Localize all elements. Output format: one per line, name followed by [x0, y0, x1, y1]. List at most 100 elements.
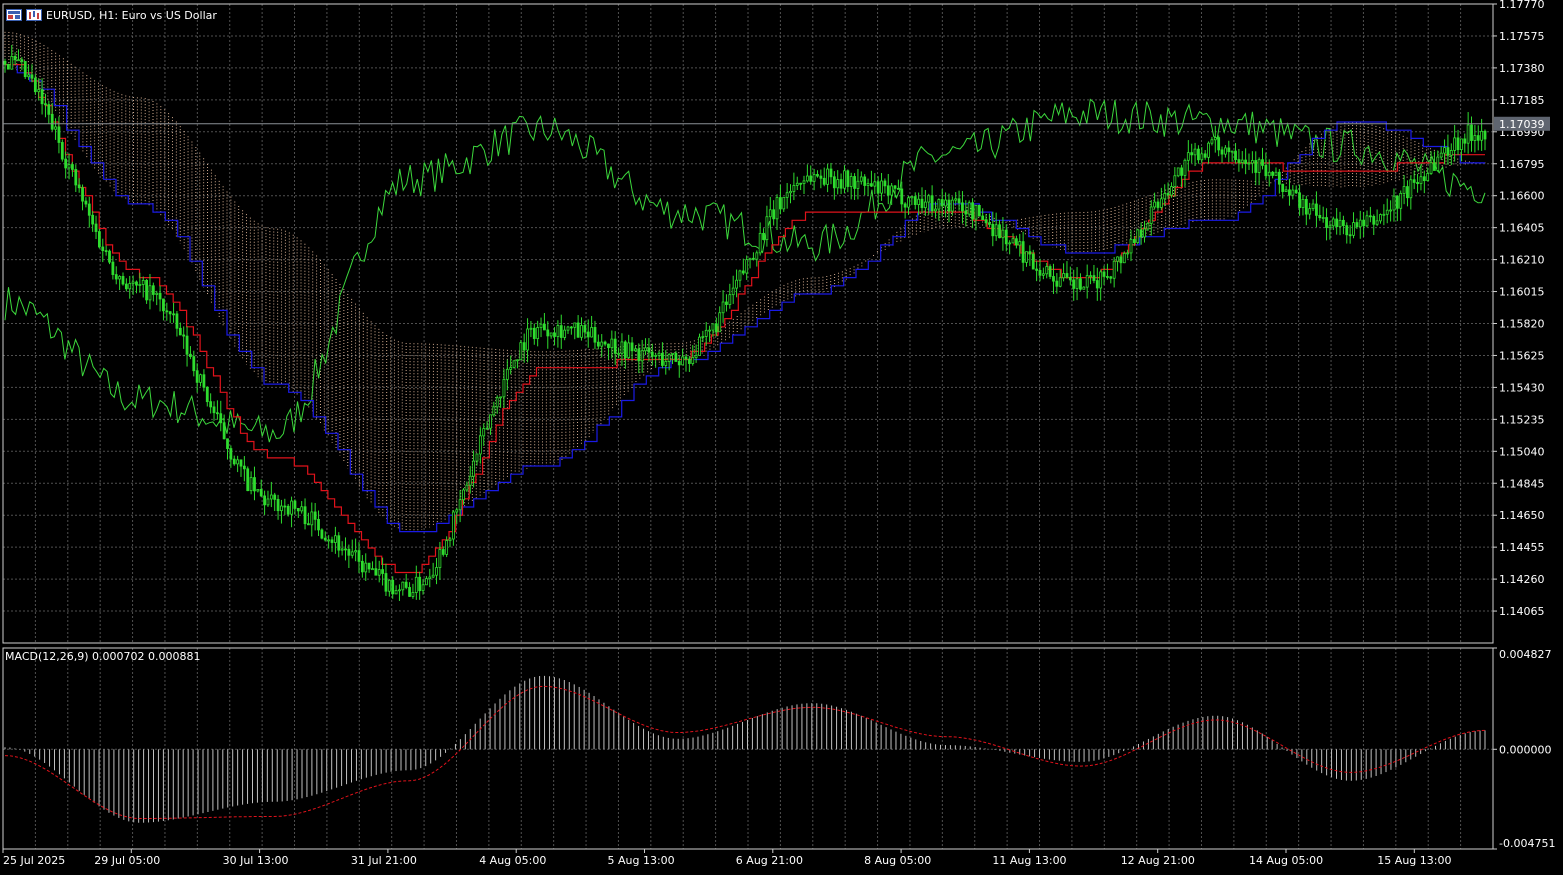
candle-body: [1345, 225, 1349, 236]
candle-body: [1014, 238, 1018, 246]
candle-body: [1176, 167, 1180, 177]
candle-body: [1186, 152, 1190, 161]
candle-body: [327, 539, 331, 542]
price-tick-label: 1.17380: [1499, 62, 1545, 75]
candle-body: [994, 224, 998, 237]
candle-body: [489, 414, 492, 429]
candle-body: [1173, 175, 1177, 187]
candle-body: [1476, 135, 1480, 141]
candle-body: [782, 196, 786, 210]
candle-body: [502, 379, 506, 398]
candle-body: [20, 59, 24, 62]
macd-label: MACD(12,26,9) 0.000702 0.000881: [5, 650, 201, 663]
candle-body: [1375, 220, 1379, 225]
candle-body: [519, 342, 523, 361]
candle-body: [809, 175, 813, 182]
candle-body: [893, 185, 897, 189]
candle-body: [1318, 214, 1322, 219]
candle-body: [1089, 275, 1092, 278]
candle-body: [1379, 214, 1382, 222]
candle-body: [290, 500, 293, 515]
candle-body: [1416, 182, 1419, 185]
candle-body: [620, 341, 624, 354]
candle-body: [145, 279, 148, 301]
candle-body: [691, 357, 695, 364]
candle-body: [1365, 215, 1369, 227]
candle-body: [630, 342, 634, 352]
candle-body: [1146, 223, 1150, 230]
candle-body: [671, 352, 674, 355]
candle-body: [391, 579, 395, 595]
candle-body: [1072, 279, 1076, 289]
candle-body: [549, 332, 553, 337]
candle-body: [1443, 147, 1446, 154]
candle-body: [162, 298, 165, 312]
candle-body: [731, 287, 735, 296]
candle-body: [623, 341, 627, 358]
candle-body: [165, 310, 169, 313]
price-tick-label: 1.14845: [1499, 477, 1545, 490]
candle-body: [387, 579, 391, 592]
candle-body: [1473, 135, 1477, 141]
candle-body: [1035, 268, 1039, 271]
candle-body: [357, 550, 361, 562]
candle-body: [1291, 189, 1295, 196]
candle-body: [923, 201, 927, 209]
candle-body: [30, 74, 34, 79]
candle-body: [97, 231, 101, 248]
candle-body: [364, 562, 368, 573]
candle-body: [1230, 150, 1234, 153]
candle-body: [280, 505, 283, 512]
candle-body: [1328, 225, 1332, 228]
candle-body: [603, 341, 607, 345]
candle-body: [886, 185, 890, 196]
candle-body: [67, 164, 71, 169]
candle-body: [1025, 251, 1028, 263]
candle-body: [509, 367, 513, 370]
candle-body: [1412, 179, 1416, 183]
candle-body: [266, 498, 270, 506]
candle-body: [725, 301, 728, 305]
candle-body: [475, 453, 479, 462]
candle-body: [1389, 209, 1393, 212]
candle-body: [1392, 195, 1396, 211]
candle-body: [94, 223, 98, 232]
candle-body: [128, 283, 132, 290]
candle-body: [721, 301, 725, 314]
candle-body: [718, 312, 722, 333]
candle-body: [927, 195, 931, 203]
candle-body: [394, 590, 398, 595]
candle-body: [1190, 152, 1194, 156]
candle-body: [57, 126, 61, 143]
chart-window-icon[interactable]: [6, 9, 22, 21]
candle-body: [714, 323, 718, 333]
candle-body: [859, 176, 863, 182]
candle-body: [1082, 286, 1086, 290]
candle-body: [151, 285, 155, 295]
candle-body: [155, 292, 159, 295]
price-chart[interactable]: 1.177701.175751.173801.171851.169901.167…: [0, 0, 1563, 875]
candle-body: [1106, 276, 1109, 278]
price-tick-label: 1.14650: [1499, 509, 1545, 522]
candle-body: [17, 59, 20, 62]
candle-body: [185, 335, 189, 355]
candle-body: [529, 327, 533, 330]
candle-body: [917, 198, 921, 206]
candle-body: [317, 518, 320, 531]
candle-body: [1159, 198, 1163, 208]
candle-body: [1079, 278, 1082, 290]
candle-body: [539, 323, 543, 328]
candle-body: [711, 323, 715, 331]
candle-body: [728, 294, 732, 305]
candle-body: [1244, 159, 1248, 164]
candle-body: [826, 168, 829, 185]
price-tick-label: 1.15235: [1499, 413, 1545, 426]
time-tick-label: 25 Jul 2025: [3, 854, 65, 867]
price-tick-label: 1.16600: [1499, 190, 1545, 203]
chart-type-icon[interactable]: [26, 9, 42, 21]
candle-body: [259, 488, 263, 497]
candle-body: [1372, 215, 1376, 225]
candle-body: [745, 259, 749, 274]
candle-body: [1257, 159, 1261, 173]
candle-body: [118, 276, 122, 280]
